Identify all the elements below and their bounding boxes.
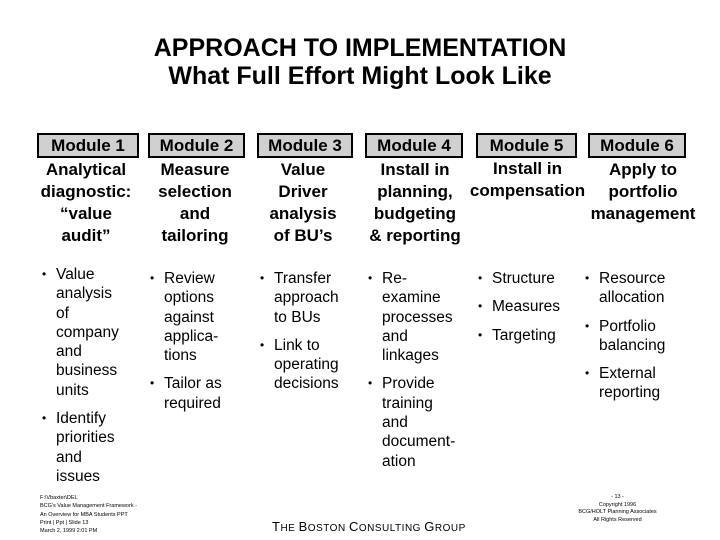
bullet-item: • Re- examine processes and linkages	[368, 270, 453, 365]
bullet-icon: •	[585, 366, 590, 381]
bullet-item: • Identify priorities and issues	[42, 410, 115, 485]
bullet-icon: •	[42, 411, 47, 426]
bullet-icon: •	[368, 271, 373, 285]
footer-file-info: F:\Vbaxter\DEL BCG's Value Management Fr…	[40, 495, 137, 535]
module-2-box: Module 2	[148, 133, 245, 158]
module-6-description: Apply to portfolio management	[590, 160, 696, 223]
module-4-box: Module 4	[365, 133, 463, 158]
bullet-item: • Targeting	[478, 326, 556, 344]
module-1-description: Analytical diagnostic: “value audit”	[40, 160, 132, 245]
module-3-bullets: • Transfer approach to BUs • Link to opera…	[258, 269, 358, 403]
module-2-bullets: • Review options against applica- tions •…	[148, 269, 248, 422]
slide-title: APPROACH TO IMPLEMENTATION	[153, 34, 567, 62]
bullet-icon: •	[368, 376, 373, 391]
module-3-description: Value Driver analysis of BU’s	[269, 160, 337, 245]
slide-subtitle: What Full Effort Might Look Like	[168, 62, 552, 90]
bullet-icon: •	[585, 271, 590, 285]
bullet-icon: •	[150, 271, 155, 285]
module-4-bullets: • Re- examine processes and linkages • Pro…	[366, 269, 471, 480]
module-5-box: Module 5	[476, 133, 577, 158]
bullet-icon: •	[585, 318, 590, 333]
bullet-icon: •	[42, 267, 47, 281]
bullet-item: • Tailor as required	[150, 375, 222, 412]
module-5-description: Install in compensation	[469, 159, 586, 200]
module-6-box: Module 6	[588, 133, 686, 158]
bullet-item: • Transfer approach to BUs	[260, 270, 339, 326]
module-1-box: Module 1	[37, 133, 139, 158]
module-2-description: Measure selection and tailoring	[158, 160, 232, 245]
module-4-description: Install in planning, budgeting & reporti…	[369, 160, 461, 245]
bullet-icon: •	[478, 299, 483, 314]
bullet-item: • Measures	[478, 298, 561, 316]
bullet-icon: •	[478, 327, 483, 342]
module-1-bullets: • Value analysis of company and business …	[40, 265, 140, 495]
module-6-bullets: • Resource allocation • Portfolio balancin…	[583, 269, 698, 412]
footer-copyright: - 13 - Copyright 1996 BCG/HOLT Planning …	[578, 494, 657, 523]
bullet-icon: •	[150, 376, 155, 391]
bullet-icon: •	[260, 337, 265, 352]
bullet-item: • Value analysis of company and business …	[42, 266, 119, 399]
bullet-icon: •	[478, 271, 483, 285]
bullet-item: • External reporting	[585, 365, 661, 402]
bullet-item: • Portfolio balancing	[585, 317, 666, 354]
module-3-box: Module 3	[257, 133, 353, 158]
bullet-item: • Link to operating decisions	[260, 336, 339, 393]
bullet-item: • Review options against applica- tions	[150, 270, 219, 365]
module-5-bullets: • Structure • Measures • Targeting	[476, 269, 586, 354]
company-logo-text: THE BOSTON CONSULTING GROUP	[272, 519, 466, 534]
bullet-item: • Structure	[478, 270, 555, 287]
bullet-icon: •	[260, 271, 265, 285]
bullet-item: • Resource allocation	[585, 270, 666, 307]
bullet-item: • Provide training and document- ation	[368, 375, 456, 470]
